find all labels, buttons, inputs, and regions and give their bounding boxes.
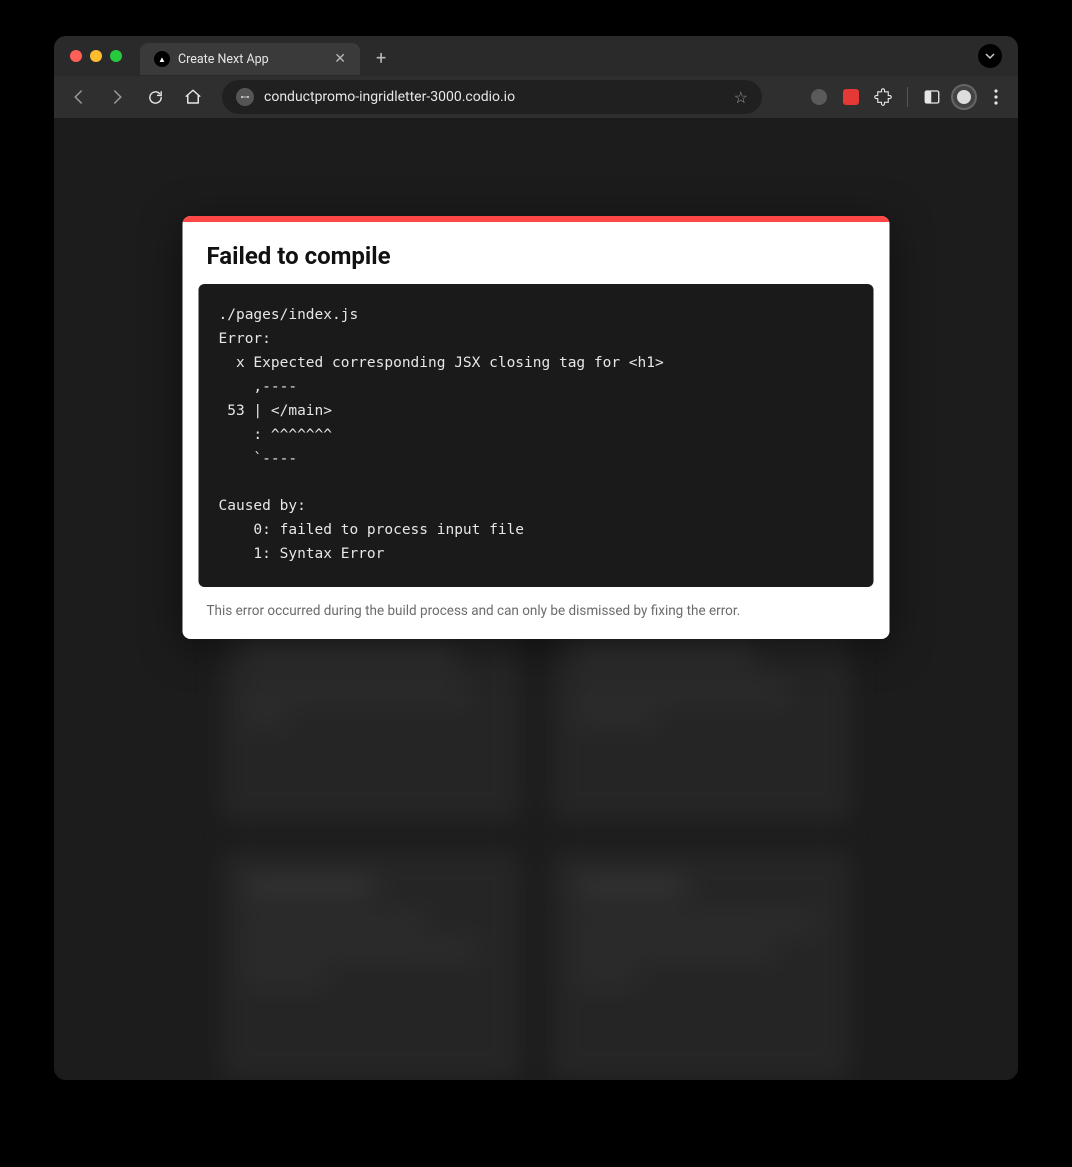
background-card — [551, 851, 851, 1080]
new-tab-button[interactable]: + — [368, 48, 394, 69]
url-text: conductpromo-ingridletter-3000.codio.io — [264, 89, 724, 105]
browser-tab[interactable]: Create Next App ✕ — [140, 43, 360, 75]
extensions-puzzle-icon[interactable] — [869, 83, 897, 111]
background-card — [551, 618, 851, 821]
tab-overflow-button[interactable] — [978, 44, 1002, 68]
close-tab-button[interactable]: ✕ — [334, 52, 346, 66]
nextjs-favicon-icon — [154, 51, 170, 67]
title-bar: Create Next App ✕ + — [54, 36, 1018, 76]
home-button[interactable] — [176, 80, 210, 114]
tab-title: Create Next App — [178, 52, 326, 67]
window-zoom-button[interactable] — [110, 50, 122, 62]
error-title: Failed to compile — [207, 242, 866, 270]
browser-window: Create Next App ✕ + conductpromo-ingridl… — [54, 36, 1018, 1080]
traffic-lights — [70, 50, 122, 62]
error-header: Failed to compile — [183, 222, 890, 284]
forward-button[interactable] — [100, 80, 134, 114]
toolbar-right — [805, 83, 1010, 111]
menu-kebab-icon[interactable] — [982, 83, 1010, 111]
browser-toolbar: conductpromo-ingridletter-3000.codio.io … — [54, 76, 1018, 118]
address-bar[interactable]: conductpromo-ingridletter-3000.codio.io … — [222, 80, 762, 114]
error-footer-text: This error occurred during the build pro… — [183, 603, 890, 639]
site-info-icon[interactable] — [236, 88, 254, 106]
extension-icon-2[interactable] — [837, 83, 865, 111]
extension-icon-1[interactable] — [805, 83, 833, 111]
toolbar-divider — [907, 87, 908, 107]
background-card — [221, 851, 521, 1080]
compile-error-overlay: Failed to compile ./pages/index.js Error… — [183, 216, 890, 639]
background-card — [221, 618, 521, 821]
side-panel-icon[interactable] — [918, 83, 946, 111]
profile-avatar[interactable] — [950, 83, 978, 111]
bookmark-star-icon[interactable]: ☆ — [734, 88, 748, 107]
back-button[interactable] — [62, 80, 96, 114]
error-code-block[interactable]: ./pages/index.js Error: x Expected corre… — [199, 284, 874, 587]
window-close-button[interactable] — [70, 50, 82, 62]
page-content: Failed to compile ./pages/index.js Error… — [54, 118, 1018, 1080]
reload-button[interactable] — [138, 80, 172, 114]
window-minimize-button[interactable] — [90, 50, 102, 62]
